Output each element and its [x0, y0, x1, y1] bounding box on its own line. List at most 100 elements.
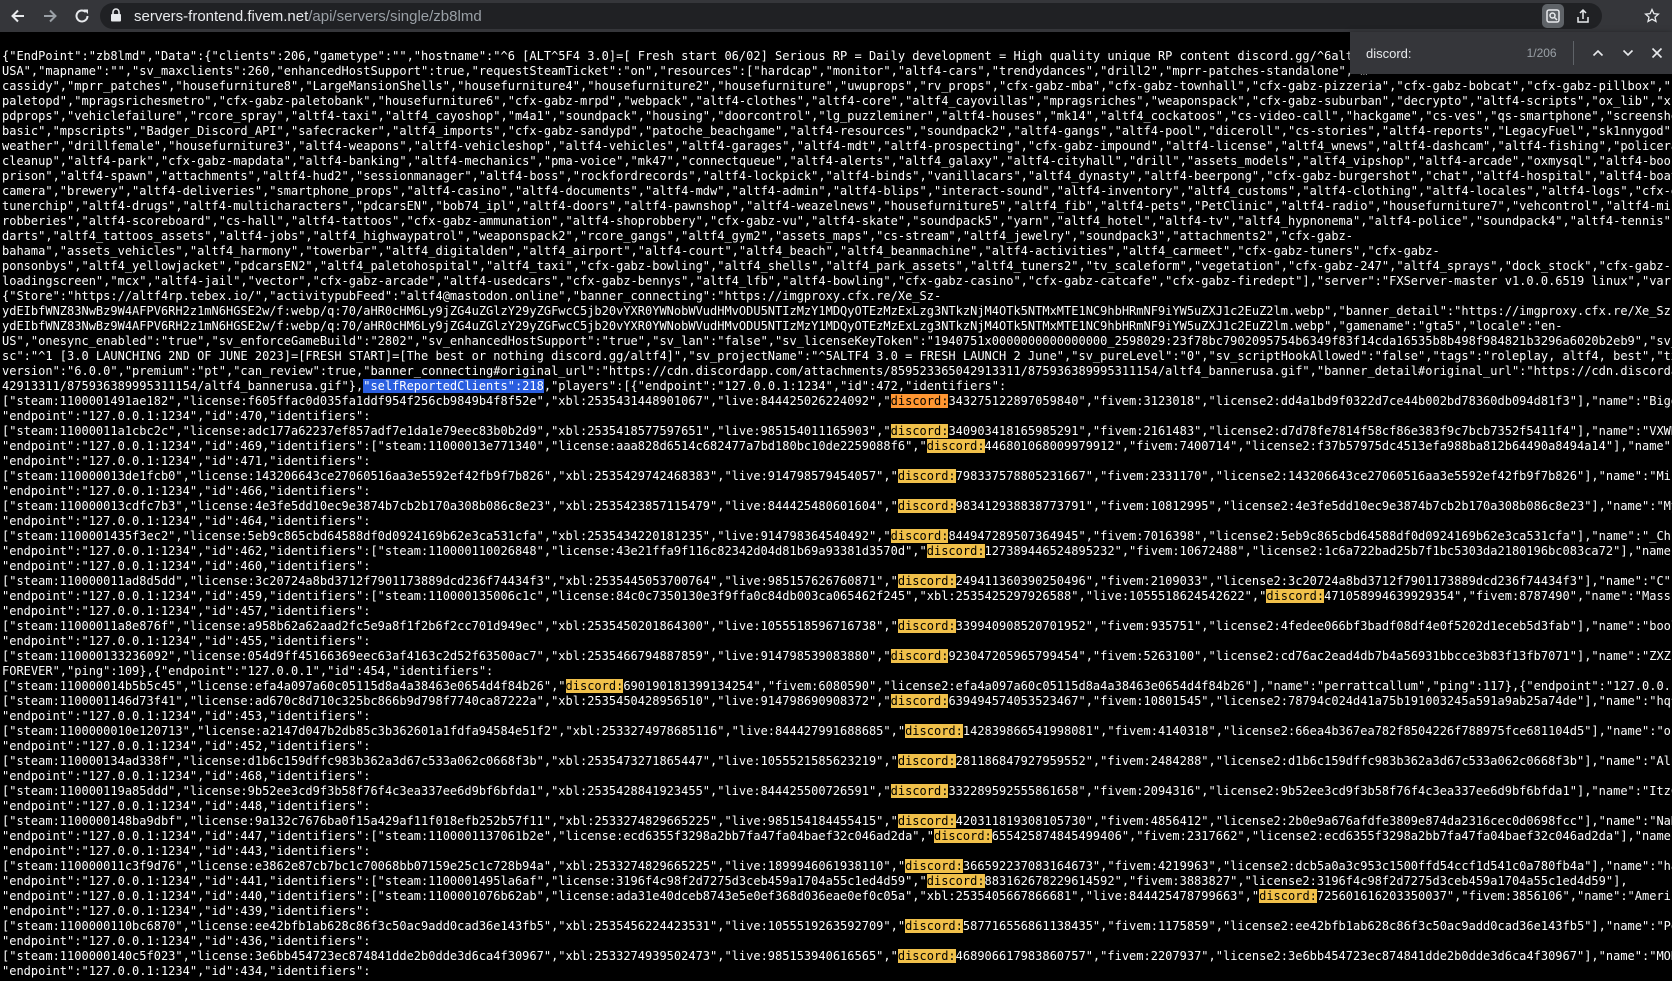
json-line: ["steam:110000011ad8d5dd","license:3c207… — [2, 574, 1672, 588]
json-line: cassidy","mprr_patches","housefurniture8… — [2, 79, 1672, 93]
json-line: ["steam:110000014b5b5c45","license:efa4a… — [2, 679, 1672, 693]
json-line: ["steam:1100000148ba9dbf","license:9a132… — [2, 814, 1672, 828]
json-line: camera","brewery","altf4-deliveries","sm… — [2, 184, 1672, 198]
json-line: sc":"^1 [3.0 LAUNCHING 2ND OF JUNE 2023]… — [2, 349, 1672, 363]
browser-toolbar: servers-frontend.fivem.net/api/servers/s… — [0, 0, 1672, 32]
find-match: discord: — [926, 439, 985, 453]
find-match: discord: — [897, 619, 956, 633]
json-line: cleanup","altf4-park","cfx-gabz-mapdata"… — [2, 154, 1672, 168]
json-line: "endpoint":"127.0.0.1:1234","id":468,"id… — [2, 769, 371, 783]
json-line: ydEIbfWNZ83NwBz9W4AFPV6RH2z1mN6HGSE2w/f:… — [2, 319, 1563, 333]
forward-button[interactable] — [36, 2, 64, 30]
find-match: discord: — [926, 544, 985, 558]
json-line: "endpoint":"127.0.0.1:1234","id":460,"id… — [2, 559, 371, 573]
find-current-match: discord: — [890, 394, 949, 408]
json-line: ["steam:110000119a85ddd","license:9b52ee… — [2, 784, 1672, 798]
find-match: discord: — [890, 649, 949, 663]
json-line: basic","mpscripts","Badger_Discord_API",… — [2, 124, 1672, 138]
json-line: "endpoint":"127.0.0.1:1234","id":436,"id… — [2, 934, 371, 948]
json-line: paletopd","mpragsrichesmetro","cfx-gabz-… — [2, 94, 1672, 108]
json-line: prison","altf4-spawn","attachments","alt… — [2, 169, 1672, 183]
json-line: "endpoint":"127.0.0.1:1234","id":459,"id… — [2, 589, 1672, 603]
find-match: discord: — [926, 874, 985, 888]
text-selection: "selfReportedClients":218 — [363, 379, 544, 393]
find-match: discord: — [565, 679, 624, 693]
bookmark-button[interactable] — [1640, 4, 1664, 28]
json-line: ["steam:110000133236092","license:054d9f… — [2, 649, 1672, 663]
address-bar[interactable]: servers-frontend.fivem.net/api/servers/s… — [100, 3, 1602, 29]
json-line: ["steam:110000013de1fcb0","license:14320… — [2, 469, 1672, 483]
json-line: FOREVER","ping":109},{"endpoint":"127.0.… — [2, 664, 494, 678]
json-line: darts","altf4_tattoos_assets","altf4-job… — [2, 229, 1354, 243]
json-line: bahama","assets_vehicles","altf4_harmony… — [2, 244, 1440, 258]
find-match: discord: — [890, 694, 949, 708]
share-icon — [1577, 8, 1589, 23]
chevron-up-icon — [1593, 49, 1604, 57]
json-line: version":"6.0.0","premium":"pt","can_rev… — [2, 364, 1672, 378]
json-line: ["steam:1100001146d73f41","license:ad670… — [2, 694, 1672, 708]
find-match: discord: — [905, 919, 963, 933]
json-line: "endpoint":"127.0.0.1:1234","id":453,"id… — [2, 709, 371, 723]
json-line: "endpoint":"127.0.0.1:1234","id":457,"id… — [2, 604, 371, 618]
json-line: {"Store":"https://altf4rp.tebex.io/","ac… — [2, 289, 942, 303]
chevron-down-icon — [1622, 49, 1633, 57]
share-button[interactable] — [1572, 4, 1594, 28]
json-line: "endpoint":"127.0.0.1:1234","id":466,"id… — [2, 484, 371, 498]
json-line: "endpoint":"127.0.0.1:1234","id":470,"id… — [2, 409, 371, 423]
json-response-text: {"EndPoint":"zb8lmd","Data":{"clients":2… — [2, 49, 1672, 979]
find-match: discord: — [897, 574, 956, 588]
forward-arrow-icon — [44, 9, 57, 23]
json-line: "endpoint":"127.0.0.1:1234","id":452,"id… — [2, 739, 371, 753]
json-line: robberies","altf4-scoreboard","cs-hall",… — [2, 214, 1672, 228]
find-match: discord: — [890, 529, 949, 543]
json-line: ["steam:110000134ad338f","license:d1b6c1… — [2, 754, 1672, 768]
json-line: weather","drillfemale","housefurniture3"… — [2, 139, 1672, 153]
find-match: discord: — [897, 949, 956, 963]
find-match: discord: — [897, 814, 956, 828]
url-path: /api/servers/single/zb8lmd — [308, 7, 482, 25]
json-line: 42913311/875936389995311154/altf4_banner… — [2, 379, 1007, 393]
json-line: ["steam:1100000110bc6870","license:ee42b… — [2, 919, 1672, 933]
find-match-count: 1/206 — [1526, 46, 1557, 60]
close-icon — [1652, 47, 1663, 59]
find-next-button[interactable] — [1613, 38, 1642, 68]
json-line: ["steam:11000011a1cbc2c","license:adc177… — [2, 424, 1672, 438]
json-line: "endpoint":"127.0.0.1:1234","id":462,"id… — [2, 544, 1672, 558]
json-line: ["steam:11000011a8e876f","license:a958b6… — [2, 619, 1672, 633]
find-match: discord: — [933, 829, 992, 843]
find-divider — [1572, 41, 1574, 65]
address-bar-actions — [1542, 4, 1594, 28]
find-match: discord: — [897, 469, 956, 483]
find-match: discord: — [897, 499, 956, 513]
find-match: discord: — [890, 424, 949, 438]
json-line: "endpoint":"127.0.0.1:1234","id":441,"id… — [2, 874, 1628, 888]
reload-button[interactable] — [68, 2, 96, 30]
back-button[interactable] — [4, 2, 32, 30]
find-match: discord: — [897, 754, 956, 768]
find-close-button[interactable] — [1643, 38, 1672, 68]
json-line: ["steam:110000011c3f9d76","license:e3862… — [2, 859, 1672, 873]
find-input[interactable]: discord: — [1366, 46, 1513, 61]
back-arrow-icon — [11, 9, 24, 23]
screenshot-button[interactable] — [1542, 4, 1564, 28]
url-text[interactable]: servers-frontend.fivem.net/api/servers/s… — [134, 8, 482, 25]
url-host: servers-frontend.fivem.net — [134, 7, 309, 25]
json-line: ["steam:110000013cdfc7b3","license:4e3fe… — [2, 499, 1672, 513]
json-line: "endpoint":"127.0.0.1:1234","id":448,"id… — [2, 799, 371, 813]
screenshot-icon — [1546, 9, 1560, 23]
json-viewer[interactable]: {"EndPoint":"zb8lmd","Data":{"clients":2… — [0, 32, 1672, 981]
find-match: discord: — [905, 859, 963, 873]
json-line: "endpoint":"127.0.0.1:1234","id":455,"id… — [2, 634, 371, 648]
json-line: ponsonbys","altf4_yellowjacket","pdcarsE… — [2, 259, 1672, 273]
find-match: discord: — [1266, 589, 1325, 603]
lock-icon[interactable] — [110, 7, 122, 26]
json-line: ydEIbfWNZ83NwBz9W4AFPV6RH2z1mN6HGSE2w/f:… — [2, 304, 1672, 318]
json-line: ["steam:1100000010e120713","license:a214… — [2, 724, 1672, 738]
find-previous-button[interactable] — [1584, 38, 1613, 68]
json-line: ["steam:1100001491ae182","license:f605ff… — [2, 394, 1672, 408]
json-line: US","onesync_enabled":"true","sv_enforce… — [2, 334, 1672, 348]
json-line: pdprops","vehiclefailure","rcore_spray",… — [2, 109, 1672, 123]
json-line: ["steam:1100001435f3ec2","license:5eb9c8… — [2, 529, 1672, 543]
json-line: "endpoint":"127.0.0.1:1234","id":447,"id… — [2, 829, 1672, 843]
json-line: ["steam:1100000140c5f023","license:3e6bb… — [2, 949, 1672, 963]
